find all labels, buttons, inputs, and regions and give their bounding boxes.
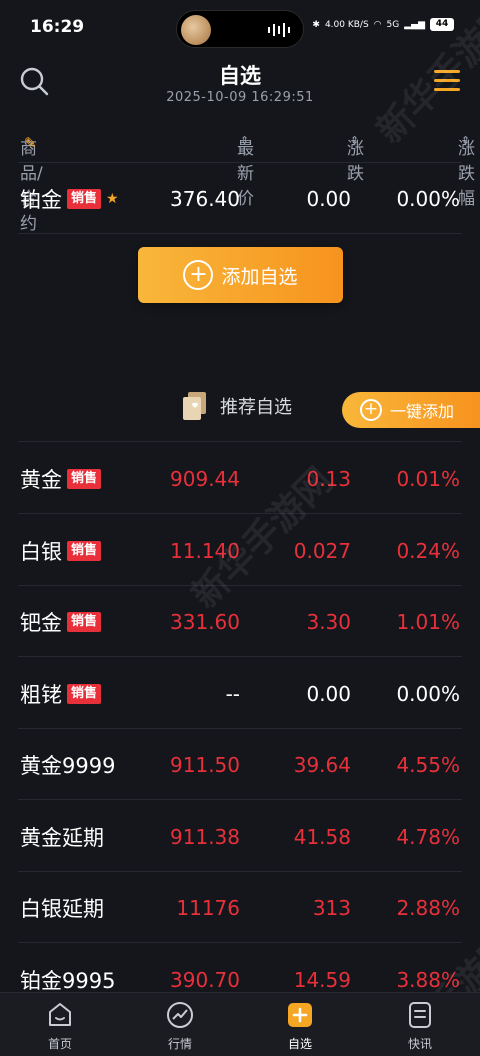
recommend-icon <box>183 392 206 420</box>
item-name: 白银延期 <box>20 897 104 921</box>
sort-icon: ⇕ <box>240 134 250 147</box>
item-price: 390.70 <box>170 967 240 992</box>
item-name: 粗铑 <box>20 682 62 707</box>
list-item[interactable]: 黄金延期 911.38 41.58 4.78% <box>0 800 480 872</box>
item-name: 铂金9995 <box>20 968 116 993</box>
item-price: -- <box>225 681 240 706</box>
list-item[interactable]: 钯金 销售 331.60 3.30 1.01% <box>0 585 480 657</box>
item-change: 0.00 <box>306 681 351 706</box>
item-name-cell: 黄金延期 <box>20 822 104 852</box>
star-icon: ★ <box>106 191 119 207</box>
bottom-nav: 首页 行情 自选 快讯 <box>0 992 480 1056</box>
list-item[interactable]: 白银 销售 11.140 0.027 0.24% <box>0 514 480 586</box>
item-name: 黄金 <box>20 468 62 492</box>
list-item[interactable]: 粗铑 销售 -- 0.00 0.00% <box>0 657 480 729</box>
item-change-pct: 3.88% <box>396 967 460 992</box>
item-change: 41.58 <box>293 824 351 849</box>
list-item[interactable]: 黄金 销售 909.44 0.13 0.01% <box>0 442 480 514</box>
item-name: 铂金 <box>20 188 62 212</box>
item-name: 白银 <box>20 539 62 564</box>
news-icon <box>409 1002 431 1028</box>
add-watchlist-button[interactable]: + 添加自选 <box>138 247 343 303</box>
signal-icon: ▂▄▆ <box>404 19 425 30</box>
item-price: 909.44 <box>170 467 240 491</box>
trend-icon <box>167 1002 193 1028</box>
item-name-cell: 铂金 销售 ★ <box>20 184 119 214</box>
wifi-icon: ◠ <box>373 19 382 30</box>
item-name-cell: 白银 销售 <box>20 536 102 566</box>
item-change: 0.027 <box>293 538 351 563</box>
item-price: 11176 <box>176 896 240 920</box>
item-change-pct: 0.01% <box>396 467 460 491</box>
update-time: 2025-10-09 16:29:51 <box>166 90 314 105</box>
item-change: 0.00 <box>306 187 351 211</box>
item-change-pct: 0.24% <box>396 538 460 563</box>
item-name-cell: 黄金9999 <box>20 750 115 780</box>
plus-icon: + <box>360 399 382 421</box>
item-name: 钯金 <box>20 611 62 635</box>
status-bar: 16:29 ✱ 4.00 KB/S ◠ 5G ▂▄▆ 44 <box>0 0 480 56</box>
item-name-cell: 钯金 销售 <box>20 607 102 637</box>
network-type: 5G <box>386 19 400 30</box>
item-price: 911.50 <box>170 753 240 777</box>
edit-icon[interactable]: ✎ <box>24 134 37 152</box>
item-name: 黄金9999 <box>20 754 116 778</box>
item-change: 313 <box>312 896 351 920</box>
sale-badge: 销售 <box>67 189 102 209</box>
list-item[interactable]: 白银延期 11176 313 2.88% <box>0 871 480 943</box>
item-name-cell: 白银延期 <box>20 893 104 923</box>
sort-icon: ⇕ <box>461 134 471 147</box>
header: 自选 2025-10-09 16:29:51 <box>0 56 480 116</box>
item-change: 39.64 <box>293 753 351 777</box>
item-price: 11.140 <box>170 538 240 563</box>
battery-icon: 44 <box>430 18 454 31</box>
one-click-add-button[interactable]: + 一键添加 <box>342 392 480 428</box>
sale-badge: 销售 <box>67 540 102 561</box>
sort-icon: ⇕ <box>350 134 360 147</box>
nav-item-market[interactable]: 行情 <box>140 1001 220 1052</box>
audio-wave-icon <box>268 23 290 37</box>
item-price: 911.38 <box>170 824 240 849</box>
list-item[interactable]: 铂金 销售 ★ 376.40 0.00 0.00% <box>0 162 480 234</box>
item-name-cell: 粗铑 销售 <box>20 679 102 709</box>
item-name: 黄金延期 <box>20 825 104 850</box>
item-change-pct: 4.78% <box>396 824 460 849</box>
item-change: 14.59 <box>293 967 351 992</box>
item-change-pct: 2.88% <box>396 896 460 920</box>
home-icon <box>49 1003 71 1026</box>
dynamic-island[interactable] <box>176 10 304 48</box>
item-name-cell: 黄金 销售 <box>20 464 102 494</box>
nav-item-news[interactable]: 快讯 <box>380 1001 460 1052</box>
bluetooth-icon: ✱ <box>312 19 320 30</box>
page-title: 自选 <box>219 64 261 88</box>
plus-icon: + <box>183 260 214 290</box>
list-item[interactable]: 黄金9999 911.50 39.64 4.55% <box>0 728 480 800</box>
status-time: 16:29 <box>30 17 85 37</box>
item-change-pct: 0.00% <box>396 187 460 211</box>
menu-icon[interactable] <box>434 70 460 92</box>
sale-badge: 销售 <box>67 612 102 632</box>
add-square-icon <box>288 1003 312 1027</box>
sale-badge: 销售 <box>67 469 102 489</box>
network-speed: 4.00 KB/S <box>324 19 369 30</box>
divider <box>18 233 462 234</box>
item-name-cell: 铂金9995 <box>20 965 115 995</box>
nav-item-home[interactable]: 首页 <box>20 1001 100 1052</box>
item-change-pct: 0.00% <box>396 681 460 706</box>
nav-item-watchlist[interactable]: 自选 <box>260 1001 340 1052</box>
avatar <box>181 15 211 45</box>
item-change: 3.30 <box>306 610 351 634</box>
item-change: 0.13 <box>306 467 351 491</box>
sale-badge: 销售 <box>67 683 102 704</box>
item-price: 376.40 <box>170 187 240 211</box>
item-price: 331.60 <box>170 610 240 634</box>
recommend-header: 推荐自选 <box>180 390 292 422</box>
item-change-pct: 1.01% <box>396 610 460 634</box>
column-headers: 商品/合约 ✎ 最新价 ⇕ 涨跌 ⇕ 涨跌幅 ⇕ <box>20 134 475 234</box>
status-indicators: ✱ 4.00 KB/S ◠ 5G ▂▄▆ 44 <box>312 18 454 31</box>
item-change-pct: 4.55% <box>396 753 460 777</box>
